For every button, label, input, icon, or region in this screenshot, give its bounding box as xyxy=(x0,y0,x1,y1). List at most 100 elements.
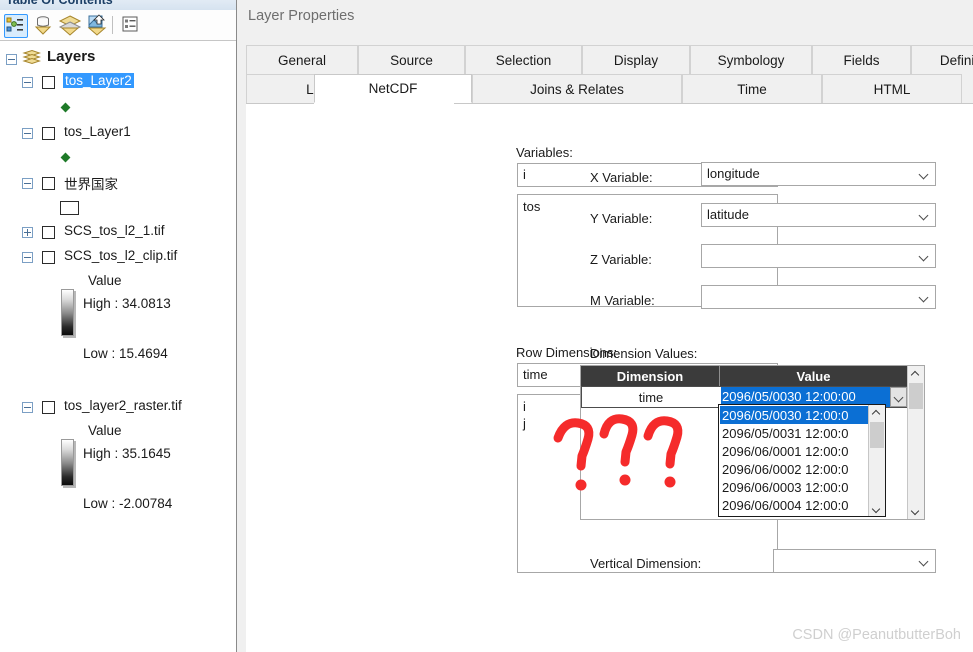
options-icon[interactable] xyxy=(120,14,142,36)
tab-html[interactable]: HTML xyxy=(822,74,962,103)
chevron-down-icon xyxy=(920,293,929,302)
expander-tos-layer1[interactable] xyxy=(22,128,33,139)
grid-header-dimension: Dimension xyxy=(581,366,720,386)
dropdown-vertical-scrollbar[interactable] xyxy=(868,405,885,516)
label-scs-tos-l2-1[interactable]: SCS_tos_l2_1.tif xyxy=(64,223,165,238)
legend-low-raster: Low : -2.00784 xyxy=(83,496,172,511)
table-of-contents-panel: Table Of Contents xyxy=(0,0,237,652)
list-by-drawing-order-icon[interactable] xyxy=(4,14,28,38)
row-dimensions-combo-value: time xyxy=(523,367,548,382)
dropdown-scroll-up-button[interactable] xyxy=(869,405,885,421)
dropdown-scroll-thumb[interactable] xyxy=(870,422,884,448)
legend-low-clip: Low : 15.4694 xyxy=(83,346,168,361)
row-dimensions-list-item[interactable]: i xyxy=(523,399,526,414)
tab-general[interactable]: General xyxy=(246,45,358,74)
toc-toolbar xyxy=(0,10,236,41)
checkbox-world-countries[interactable] xyxy=(42,177,55,190)
x-variable-value: longitude xyxy=(707,166,760,181)
dimension-values-label: Dimension Values: xyxy=(590,346,697,361)
label-tos-layer2-raster[interactable]: tos_layer2_raster.tif xyxy=(64,398,182,413)
dropdown-option[interactable]: 2096/06/0003 12:00:0 xyxy=(720,478,868,496)
checkbox-tos-layer1[interactable] xyxy=(42,127,55,140)
x-variable-label: X Variable: xyxy=(590,170,653,185)
label-scs-tos-l2-clip[interactable]: SCS_tos_l2_clip.tif xyxy=(64,248,177,263)
tab-joins-relates[interactable]: Joins & Relates xyxy=(472,74,682,103)
x-variable-combo[interactable]: longitude xyxy=(701,162,936,186)
list-by-selection-icon[interactable] xyxy=(86,14,108,36)
tab-source[interactable]: Source xyxy=(358,45,465,74)
tab-definition-query[interactable]: Definiti xyxy=(911,45,973,74)
chevron-down-icon xyxy=(912,507,919,514)
chevron-up-icon xyxy=(912,371,919,378)
expander-scs-tos-l2-1[interactable] xyxy=(22,227,33,238)
m-variable-combo[interactable] xyxy=(701,285,936,309)
expander-scs-tos-l2-clip[interactable] xyxy=(22,252,33,263)
y-variable-value: latitude xyxy=(707,207,749,222)
variables-combo-value: i xyxy=(523,167,526,182)
watermark-text: CSDN @PeanutbutterBoh xyxy=(792,627,961,643)
expander-world-countries[interactable] xyxy=(22,178,33,189)
symbol-diamond-tos-layer1 xyxy=(61,153,71,163)
legend-value-label-raster: Value xyxy=(88,423,122,438)
variables-list-item[interactable]: tos xyxy=(523,199,540,214)
grid-vertical-scrollbar[interactable] xyxy=(907,366,924,519)
legend-color-ramp-raster xyxy=(61,439,74,486)
grid-cell-dimension: time xyxy=(582,387,720,407)
toc-title: Table Of Contents xyxy=(6,0,113,7)
dropdown-scroll-down-button[interactable] xyxy=(869,500,885,516)
label-tos-layer2[interactable]: tos_Layer2 xyxy=(63,73,134,88)
dialog-title: Layer Properties xyxy=(248,8,354,24)
vertical-dimension-combo[interactable] xyxy=(773,549,936,573)
chevron-down-icon xyxy=(920,170,929,179)
legend-high-raster: High : 35.1645 xyxy=(83,446,171,461)
tab-symbology[interactable]: Symbology xyxy=(690,45,812,74)
toolbar-separator xyxy=(112,16,113,34)
list-by-source-icon[interactable] xyxy=(32,14,54,36)
expander-layers[interactable] xyxy=(6,54,17,65)
y-variable-combo[interactable]: latitude xyxy=(701,203,936,227)
symbol-swatch-world-countries xyxy=(60,201,79,215)
checkbox-scs-tos-l2-1[interactable] xyxy=(42,226,55,239)
chevron-down-icon xyxy=(920,211,929,220)
checkbox-tos-layer2-raster[interactable] xyxy=(42,401,55,414)
symbol-diamond-tos-layer2 xyxy=(61,103,71,113)
checkbox-scs-tos-l2-clip[interactable] xyxy=(42,251,55,264)
tab-selection[interactable]: Selection xyxy=(465,45,582,74)
expander-tos-layer2[interactable] xyxy=(22,77,33,88)
grid-scroll-up-button[interactable] xyxy=(908,366,924,382)
tab-fields[interactable]: Fields xyxy=(812,45,911,74)
dropdown-option[interactable]: 2096/06/0002 12:00:0 xyxy=(720,460,868,478)
checkbox-tos-layer2[interactable] xyxy=(42,76,55,89)
dropdown-option[interactable]: 2096/05/0031 12:00:0 xyxy=(720,424,868,442)
layers-tree[interactable]: Layers tos_Layer2 tos_Layer1 世界国家 xyxy=(0,41,235,652)
row-dimensions-list-item[interactable]: j xyxy=(523,416,526,431)
grid-cell-dropdown-button[interactable] xyxy=(890,387,907,407)
vertical-dimension-label: Vertical Dimension: xyxy=(590,556,701,571)
dropdown-option[interactable]: 2096/06/0004 12:00:0 xyxy=(720,496,868,514)
expander-tos-layer2-raster[interactable] xyxy=(22,402,33,413)
tab-netcdf[interactable]: NetCDF xyxy=(314,74,472,103)
dropdown-option[interactable]: 2096/05/0030 12:00:0 xyxy=(720,406,868,424)
grid-scroll-down-button[interactable] xyxy=(908,502,924,518)
chevron-down-icon xyxy=(920,252,929,261)
chevron-down-icon xyxy=(873,505,880,512)
grid-header-row: Dimension Value xyxy=(581,366,908,386)
layers-root-label: Layers xyxy=(47,48,95,65)
dropdown-option[interactable]: 2096/06/0001 12:00:0 xyxy=(720,442,868,460)
list-by-visibility-icon[interactable] xyxy=(58,14,80,36)
legend-color-ramp-clip xyxy=(61,289,74,336)
grid-scroll-thumb[interactable] xyxy=(909,383,923,409)
label-tos-layer1[interactable]: tos_Layer1 xyxy=(64,124,131,139)
chevron-down-icon xyxy=(920,557,929,566)
toc-title-bar: Table Of Contents xyxy=(0,0,236,10)
tab-strip[interactable]: General Source Selection Display Symbolo… xyxy=(246,45,973,103)
z-variable-combo[interactable] xyxy=(701,244,936,268)
legend-value-label-clip: Value xyxy=(88,273,122,288)
label-world-countries[interactable]: 世界国家 xyxy=(64,173,118,193)
time-value-dropdown-list[interactable]: 2096/05/0030 12:00:0 2096/05/0031 12:00:… xyxy=(718,404,886,517)
variables-label: Variables: xyxy=(516,145,573,160)
legend-high-clip: High : 34.0813 xyxy=(83,296,171,311)
chevron-up-icon xyxy=(873,410,880,417)
tab-display[interactable]: Display xyxy=(582,45,690,74)
tab-time[interactable]: Time xyxy=(682,74,822,103)
